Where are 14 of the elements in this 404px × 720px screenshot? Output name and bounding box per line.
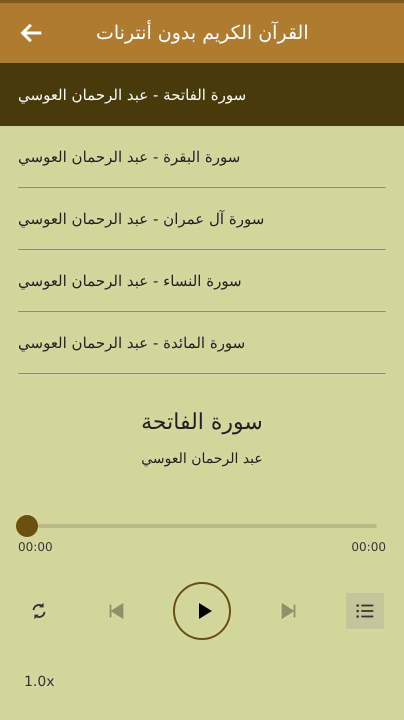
playlist-item[interactable]: سورة الفاتحة - عبد الرحمان العوسي <box>0 63 404 126</box>
total-time: 00:00 <box>351 540 386 554</box>
app-title: القرآن الكريم بدون أنترنات <box>96 22 309 44</box>
playlist-button[interactable] <box>346 593 384 629</box>
playback-speed[interactable]: 1.0x <box>24 674 55 690</box>
play-button[interactable] <box>173 582 231 640</box>
track-artist: عبد الرحمان العوسي <box>141 451 263 467</box>
seek-thumb[interactable] <box>16 515 38 537</box>
playlist-item[interactable]: سورة النساء - عبد الرحمان العوسي <box>18 250 386 312</box>
playlist-item[interactable]: سورة آل عمران - عبد الرحمان العوسي <box>18 188 386 250</box>
playlist-item[interactable]: سورة المائدة - عبد الرحمان العوسي <box>18 312 386 374</box>
elapsed-time: 00:00 <box>18 540 53 554</box>
playlist-item[interactable]: سورة البقرة - عبد الرحمان العوسي <box>18 126 386 188</box>
track-title: سورة الفاتحة <box>141 410 263 435</box>
